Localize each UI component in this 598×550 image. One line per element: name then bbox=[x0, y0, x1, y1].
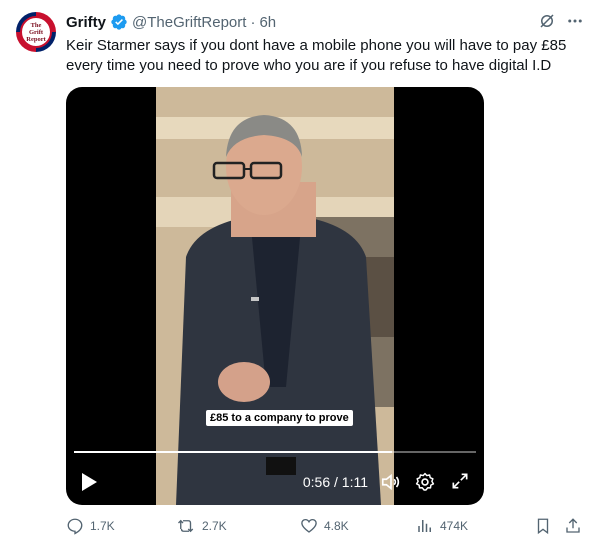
video-timecode: 0:56 / 1:11 bbox=[302, 474, 368, 490]
views-chart-icon bbox=[418, 520, 431, 532]
share-upload-icon bbox=[566, 518, 580, 533]
tweet-header: Grifty @TheGriftReport · 6h bbox=[66, 12, 582, 32]
like-count: 4.8K bbox=[324, 519, 349, 533]
video-scene-illustration bbox=[156, 87, 394, 505]
like-button[interactable]: 4.8K bbox=[300, 517, 349, 535]
verified-badge-icon bbox=[111, 14, 127, 30]
avatar-line-3: Report bbox=[26, 35, 46, 43]
bookmark-icon bbox=[537, 518, 549, 535]
fullscreen-expand-icon[interactable] bbox=[450, 471, 470, 491]
display-name[interactable]: Grifty bbox=[66, 14, 106, 31]
heart-icon bbox=[301, 518, 317, 533]
avatar[interactable]: The Grift Report bbox=[16, 12, 56, 52]
volume-icon[interactable] bbox=[380, 471, 402, 493]
reply-count: 1.7K bbox=[90, 519, 115, 533]
views-button[interactable]: 474K bbox=[416, 517, 468, 535]
repost-button[interactable]: 2.7K bbox=[176, 517, 227, 535]
user-handle[interactable]: @TheGriftReport bbox=[132, 14, 246, 31]
tweet-text: Keir Starmer says if you dont have a mob… bbox=[66, 37, 567, 74]
video-controls: 0:56 / 1:11 bbox=[66, 469, 484, 495]
repost-icon bbox=[178, 519, 194, 533]
play-icon[interactable] bbox=[80, 472, 98, 492]
header-actions bbox=[538, 12, 584, 30]
video-progress-fill bbox=[74, 451, 392, 453]
view-count: 474K bbox=[440, 519, 469, 533]
avatar-line-1: The bbox=[30, 21, 42, 29]
share-button[interactable] bbox=[564, 517, 588, 535]
video-caption: £85 to a company to prove bbox=[206, 410, 353, 426]
avatar-line-2: Grift bbox=[28, 28, 44, 36]
reply-icon bbox=[67, 518, 83, 535]
bookmark-button[interactable] bbox=[534, 517, 558, 535]
video-player[interactable]: £85 to a company to prove 0:56 / 1:11 bbox=[66, 87, 484, 505]
avatar-logo: The Grift Report bbox=[20, 16, 52, 48]
tweet-action-bar: 1.7K 2.7K 4.8K 474K bbox=[66, 517, 586, 539]
video-progress-bar[interactable] bbox=[74, 451, 476, 453]
timestamp[interactable]: 6h bbox=[259, 14, 276, 31]
separator-dot: · bbox=[250, 13, 256, 31]
settings-gear-icon[interactable] bbox=[414, 471, 436, 493]
repost-count: 2.7K bbox=[202, 519, 227, 533]
grok-icon[interactable] bbox=[538, 12, 556, 30]
video-frame bbox=[156, 87, 394, 505]
more-options-icon[interactable] bbox=[566, 12, 584, 30]
reply-button[interactable]: 1.7K bbox=[66, 517, 115, 535]
